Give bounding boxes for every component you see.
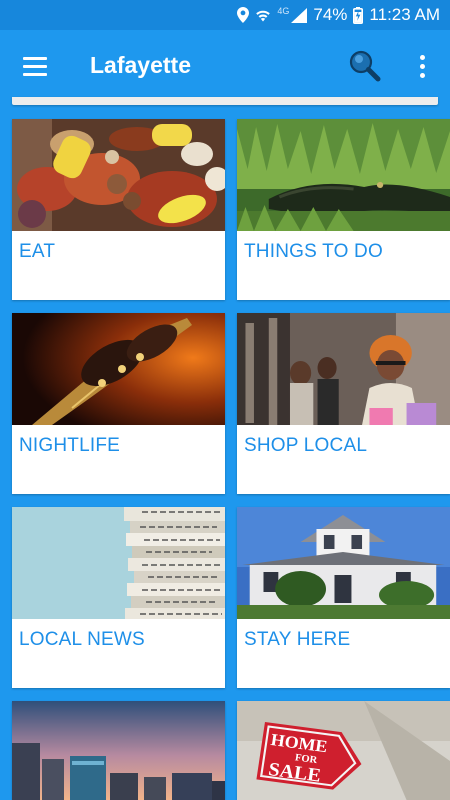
battery-charging-icon [353,6,364,24]
more-icon-dot [419,63,425,69]
menu-button[interactable] [16,48,54,84]
card-skyline[interactable] [12,701,225,800]
card-things-to-do[interactable]: THINGS TO DO [237,119,450,300]
hamburger-icon-line [23,56,47,60]
card-local-news[interactable]: LOCAL NEWS [12,507,225,688]
alligator-image [237,119,450,231]
card-nightlife[interactable]: NIGHTLIFE [12,313,225,494]
shopping-women-image [237,313,450,425]
search-icon [349,50,381,82]
app-bar: Lafayette [0,30,450,102]
card-label: EAT [19,241,56,262]
more-icon-dot [419,72,425,78]
hamburger-icon-line [23,72,47,76]
card-label: SHOP LOCAL [244,435,368,456]
home-for-sale-sign-image: HOME FOR SALE [237,701,450,800]
previous-card-edge [12,97,438,105]
card-label: THINGS TO DO [244,241,383,262]
house-image [237,507,450,619]
battery-percent: 74% [313,5,348,24]
clock: 11:23 AM [369,5,440,24]
card-home-for-sale[interactable]: HOME FOR SALE [237,701,450,800]
crawfish-boil-image [12,119,225,231]
card-label: LOCAL NEWS [19,629,145,650]
newspaper-stack-image [12,507,225,619]
more-options-button[interactable] [410,50,434,82]
hamburger-icon-line [23,64,47,68]
status-icons: 4G 74% 11:23 AM [237,0,440,30]
network-type: 4G [277,6,290,16]
card-label: STAY HERE [244,629,351,650]
card-stay-here[interactable]: STAY HERE [237,507,450,688]
status-bar: 4G 74% 11:23 AM [0,0,450,30]
more-icon-dot [419,54,425,60]
city-skyline-image [12,701,225,800]
location-icon [237,7,250,23]
saxophone-image [12,313,225,425]
card-label: NIGHTLIFE [19,435,121,456]
signal-icon [291,7,308,23]
app-title: Lafayette [90,52,191,78]
search-button[interactable] [347,48,383,84]
wifi-icon [255,8,271,22]
card-shop-local[interactable]: SHOP LOCAL [237,313,450,494]
card-eat[interactable]: EAT [12,119,225,300]
